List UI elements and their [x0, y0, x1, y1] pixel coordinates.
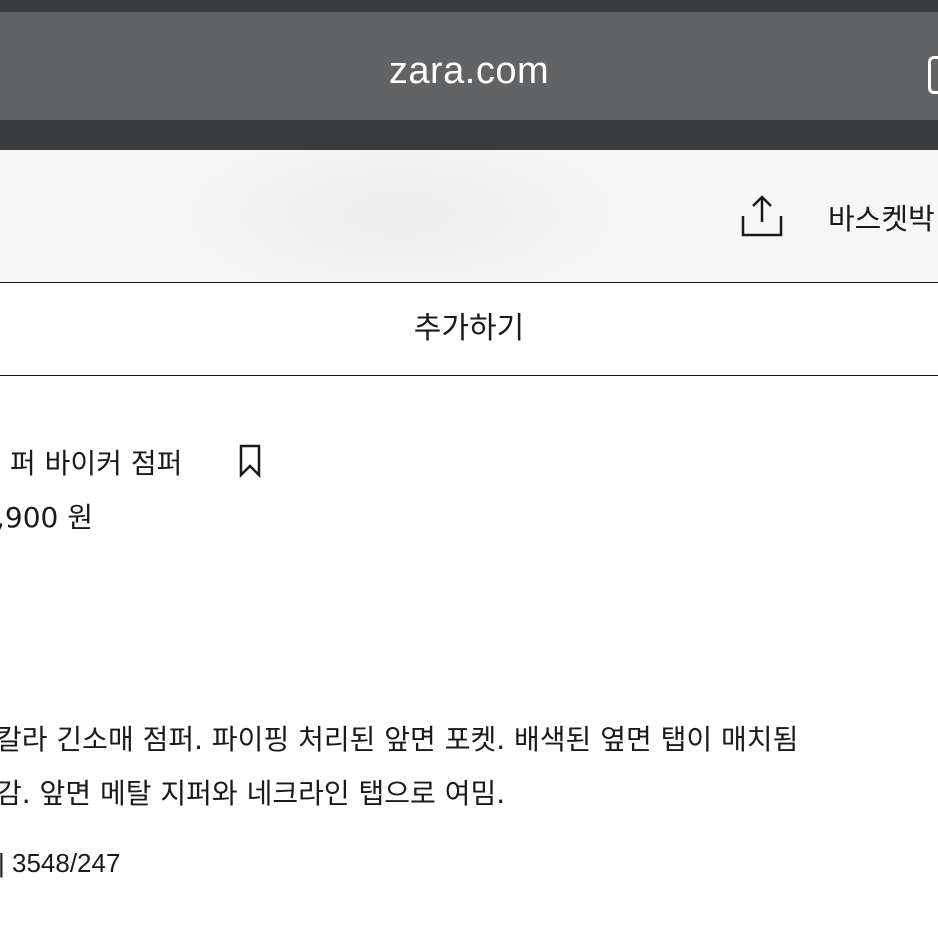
browser-chrome: zara.com	[0, 0, 938, 150]
address-url[interactable]: zara.com	[0, 50, 938, 93]
product-name: 퍼 바이커 점퍼	[10, 447, 183, 480]
browser-top-strip	[0, 0, 938, 12]
add-to-basket-button[interactable]: 추가하기	[0, 282, 938, 376]
product-description-line: 감. 앞면 메탈 지퍼와 네크라인 탭으로 여밈.	[0, 777, 506, 810]
product-image	[0, 150, 938, 282]
address-bar[interactable]: zara.com	[0, 12, 938, 120]
tabs-icon[interactable]	[928, 56, 938, 94]
basket-link[interactable]: 바스켓박	[828, 196, 935, 238]
browser-bottom-strip	[0, 120, 938, 150]
product-image-blur	[180, 150, 620, 282]
product-reference: | 3548/247	[0, 848, 121, 878]
bookmark-icon[interactable]	[238, 444, 262, 478]
product-description-line: 칼라 긴소매 점퍼. 파이핑 처리된 앞면 포켓. 배색된 옆면 탭이 매치됨	[0, 723, 799, 756]
share-icon[interactable]	[740, 194, 784, 238]
product-price: ,900 원	[0, 501, 94, 534]
